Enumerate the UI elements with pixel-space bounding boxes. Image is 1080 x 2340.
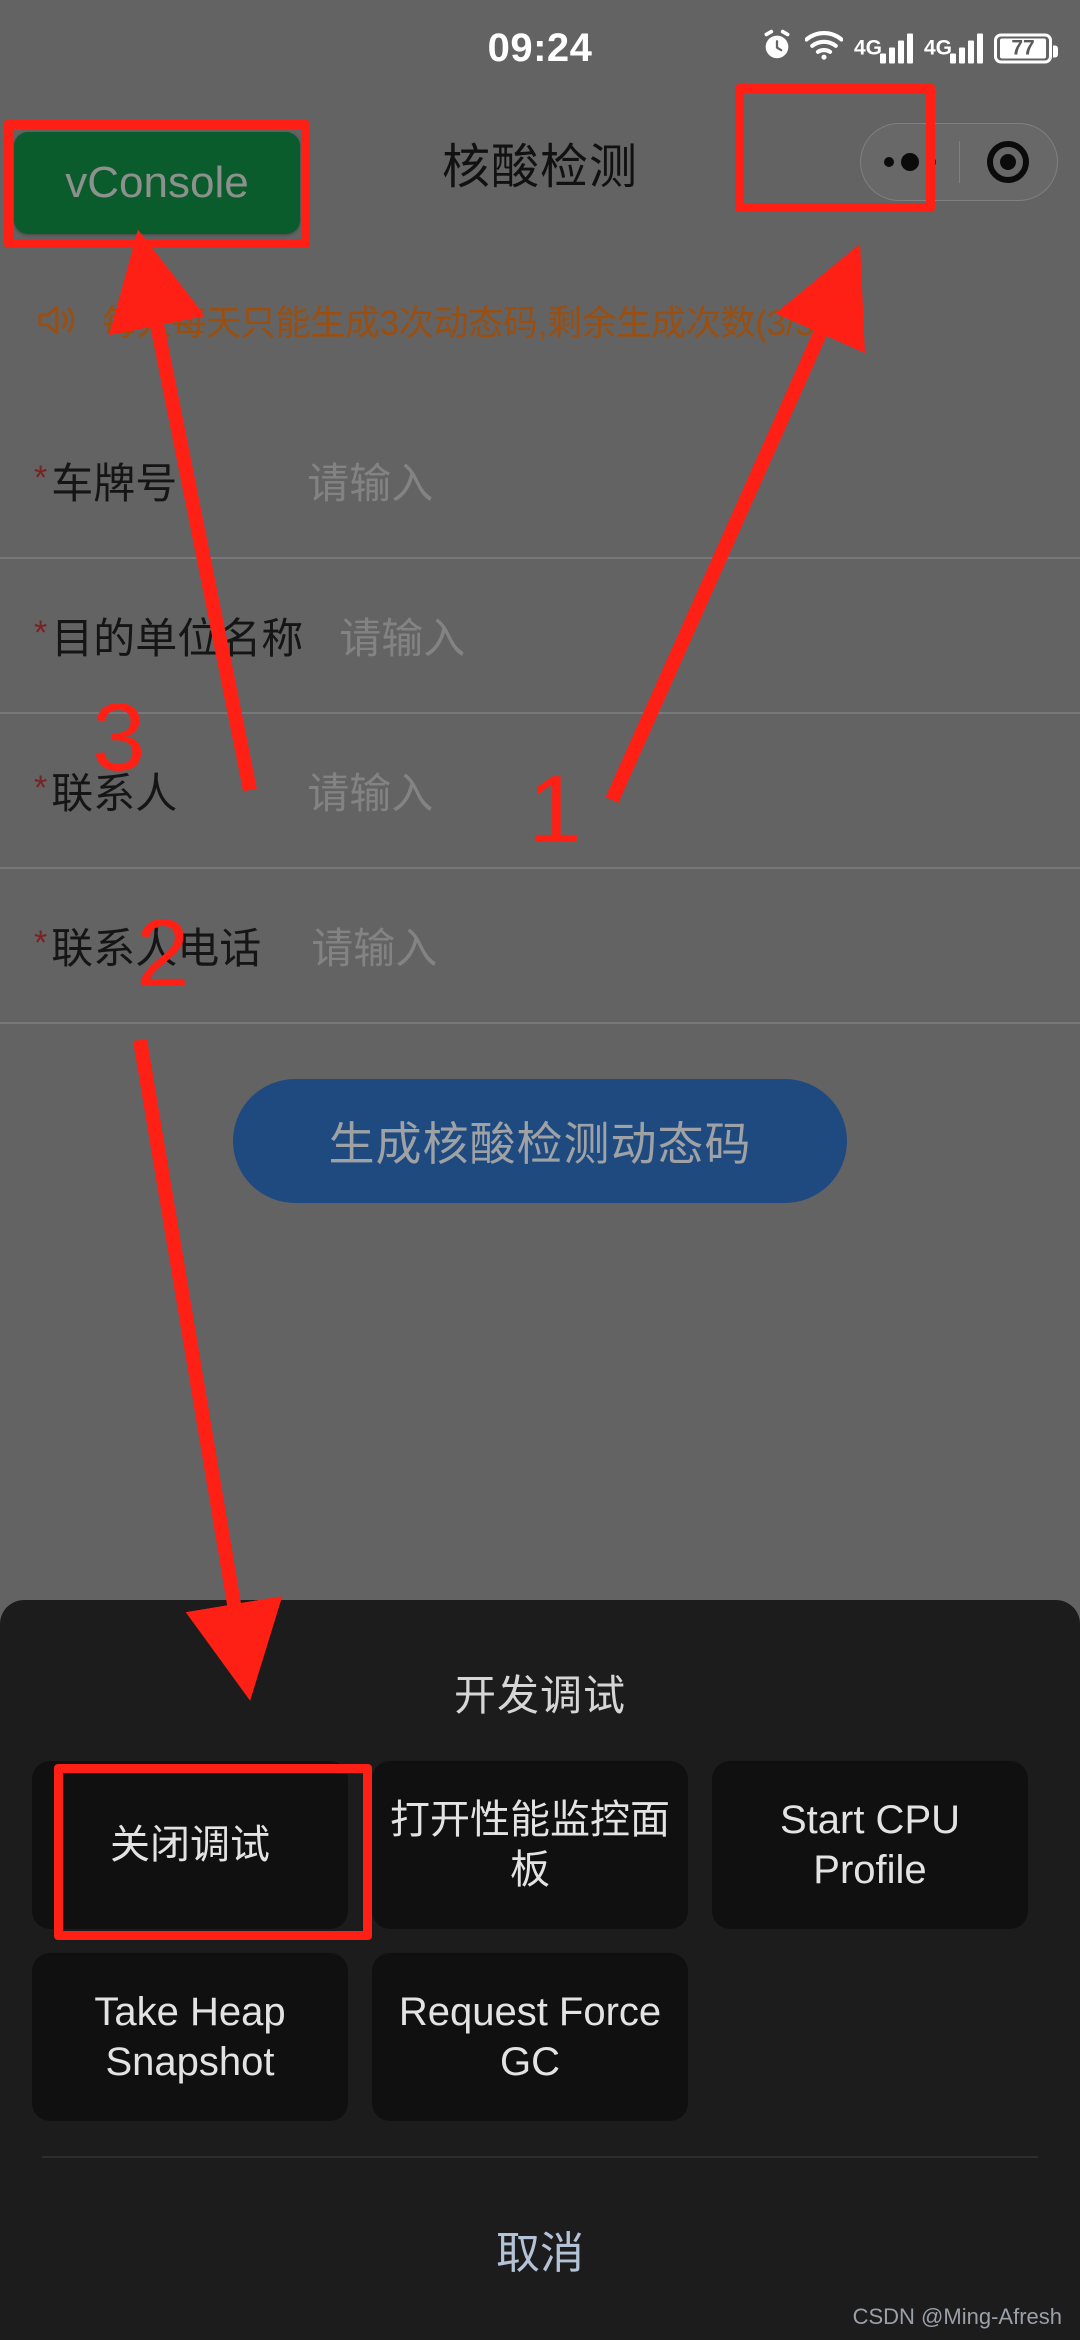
vconsole-label: vConsole bbox=[65, 158, 249, 207]
action-sheet-grid: 关闭调试 打开性能监控面板 Start CPU Profile Take Hea… bbox=[0, 1723, 1080, 2121]
form-container: * 车牌号 请输入 * 目的单位名称 请输入 * 联系人 请输入 * 联系人电话… bbox=[0, 404, 1080, 1024]
target-circle-icon bbox=[987, 141, 1030, 183]
more-button[interactable] bbox=[861, 124, 959, 200]
destination-unit-input[interactable]: 请输入 bbox=[339, 605, 465, 666]
alarm-icon bbox=[760, 29, 794, 68]
close-debug-button[interactable]: 关闭调试 bbox=[32, 1761, 348, 1929]
battery-percent: 77 bbox=[1000, 37, 1046, 58]
field-label: 联系人电话 bbox=[51, 925, 262, 972]
status-icons: 4G 4G 77 bbox=[760, 29, 1058, 68]
contact-person-input[interactable]: 请输入 bbox=[307, 760, 433, 821]
action-sheet-title: 开发调试 bbox=[453, 1672, 626, 1719]
open-perf-panel-button[interactable]: 打开性能监控面板 bbox=[372, 1761, 688, 1929]
required-mark: * bbox=[34, 923, 48, 962]
take-heap-snapshot-button[interactable]: Take Heap Snapshot bbox=[32, 1953, 348, 2121]
notice-bar: 每人每天只能生成3次动态码,剩余生成次数(3/3) bbox=[0, 284, 1080, 356]
generate-code-button[interactable]: 生成核酸检测动态码 bbox=[233, 1079, 847, 1203]
field-label: 车牌号 bbox=[51, 460, 178, 507]
more-dots-icon bbox=[883, 153, 936, 171]
field-destination-unit[interactable]: * 目的单位名称 请输入 bbox=[0, 559, 1080, 714]
contact-phone-input[interactable]: 请输入 bbox=[311, 915, 437, 976]
start-cpu-profile-button[interactable]: Start CPU Profile bbox=[712, 1761, 1028, 1929]
field-contact-phone[interactable]: * 联系人电话 请输入 bbox=[0, 869, 1080, 1024]
required-mark: * bbox=[34, 613, 48, 652]
miniprogram-capsule[interactable] bbox=[860, 123, 1058, 201]
wifi-icon bbox=[804, 31, 844, 66]
required-mark: * bbox=[34, 458, 48, 497]
network-label-1: 4G bbox=[853, 36, 882, 59]
speaker-icon bbox=[34, 301, 80, 339]
license-plate-input[interactable]: 请输入 bbox=[307, 450, 433, 511]
signal-bars-1 bbox=[879, 33, 913, 63]
submit-row: 生成核酸检测动态码 bbox=[0, 1079, 1080, 1203]
status-bar: 09:24 4G 4G 77 bbox=[0, 0, 1080, 96]
battery-icon: 77 bbox=[994, 33, 1058, 63]
required-mark: * bbox=[34, 768, 48, 807]
watermark: CSDN @Ming-Afresh bbox=[852, 2304, 1062, 2329]
dev-debug-action-sheet: 开发调试 关闭调试 打开性能监控面板 Start CPU Profile Tak… bbox=[0, 1600, 1080, 2340]
status-time: 09:24 bbox=[487, 25, 593, 70]
field-label: 目的单位名称 bbox=[51, 615, 304, 662]
signal-4g-icon: 4G bbox=[854, 33, 913, 63]
phone-screen: 09:24 4G 4G 77 核酸检测 vConsole 每人每天只能生成3次动… bbox=[0, 0, 1080, 2340]
signal-4g-icon-2: 4G bbox=[924, 33, 983, 63]
notice-text: 每人每天只能生成3次动态码,剩余生成次数(3/3) bbox=[102, 303, 826, 343]
signal-bars-2 bbox=[950, 33, 983, 63]
close-miniprogram-button[interactable] bbox=[960, 124, 1058, 200]
vconsole-button[interactable]: vConsole bbox=[14, 132, 300, 234]
field-label: 联系人 bbox=[51, 770, 178, 817]
field-license-plate[interactable]: * 车牌号 请输入 bbox=[0, 404, 1080, 559]
network-label-2: 4G bbox=[923, 36, 952, 59]
request-force-gc-button[interactable]: Request Force GC bbox=[372, 1953, 688, 2121]
field-contact-person[interactable]: * 联系人 请输入 bbox=[0, 714, 1080, 869]
